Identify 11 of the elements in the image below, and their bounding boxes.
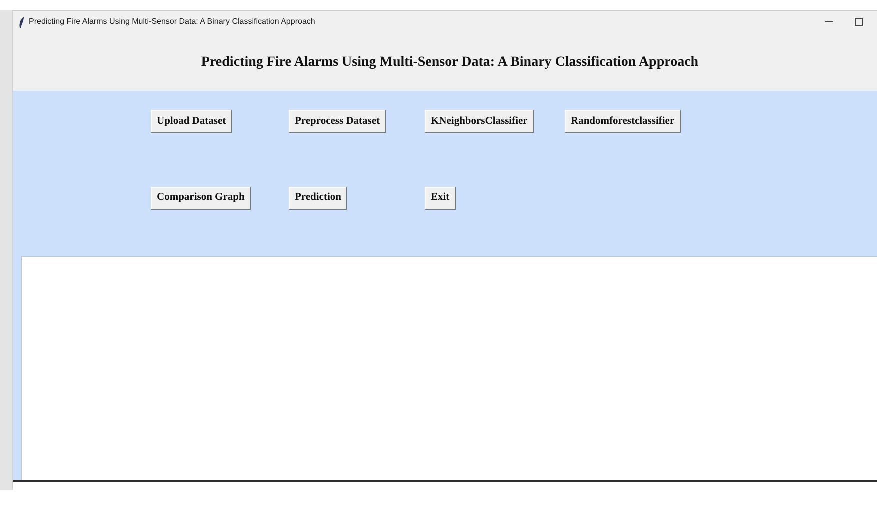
action-button[interactable]: Exit	[425, 186, 456, 210]
action-button[interactable]: Upload Dataset	[151, 110, 232, 134]
action-button[interactable]: Comparison Graph	[151, 186, 251, 210]
action-button[interactable]: Randomforestclassifier	[565, 110, 681, 134]
action-button[interactable]: KNeighborsClassifier	[425, 110, 534, 134]
maximize-icon[interactable]	[855, 18, 863, 26]
action-button[interactable]: Preprocess Dataset	[289, 110, 386, 134]
window-title: Predicting Fire Alarms Using Multi-Sensor Data: A Binary Classification Approach	[29, 16, 316, 28]
feather-icon	[19, 16, 25, 28]
action-button[interactable]: Prediction	[289, 186, 348, 210]
app-heading: Predicting Fire Alarms Using Multi-Sensor Data: A Binary Classification Approach	[201, 54, 699, 72]
